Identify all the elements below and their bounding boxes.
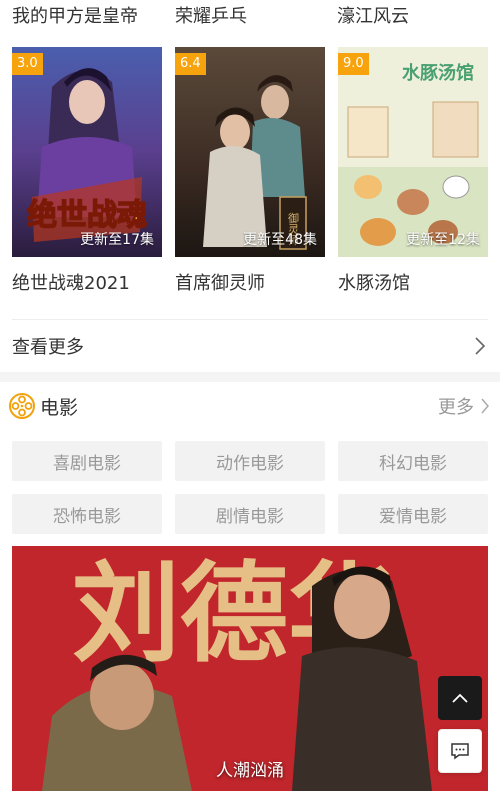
anime-section: 我的甲方是皇帝 荣耀乒乓 濠江风云 绝世战魂 3.0 更新至17集 绝世战魂20…: [0, 0, 500, 372]
category-button[interactable]: 科幻电影: [338, 441, 488, 481]
poster-image: 水豚汤馆: [338, 47, 488, 257]
previous-title[interactable]: 我的甲方是皇帝: [12, 2, 138, 28]
category-button[interactable]: 喜剧电影: [12, 441, 162, 481]
category-button[interactable]: 剧情电影: [175, 494, 325, 534]
anime-title[interactable]: 绝世战魂2021: [12, 269, 162, 295]
back-to-top-button[interactable]: [438, 676, 482, 720]
section-more-link[interactable]: 更多: [438, 393, 490, 419]
score-badge: 6.4: [175, 53, 206, 75]
chat-icon: [451, 743, 469, 760]
banner-image: 刘德华: [12, 546, 488, 791]
section-title: 电影: [40, 396, 79, 419]
chevron-up-icon: [452, 693, 468, 703]
category-button[interactable]: 爱情电影: [338, 494, 488, 534]
chevron-right-icon: [481, 398, 489, 414]
chat-button[interactable]: [438, 729, 482, 773]
update-status: 更新至12集: [406, 232, 480, 248]
previous-row-titles: 我的甲方是皇帝 荣耀乒乓 濠江风云: [0, 0, 500, 30]
anime-poster[interactable]: 绝世战魂 3.0 更新至17集: [12, 47, 162, 257]
chevron-right-icon: [475, 337, 486, 355]
anime-card[interactable]: 御灵师 6.4 更新至48集 首席御灵师: [175, 47, 325, 295]
banner-caption: 人潮汹涌: [216, 761, 284, 781]
category-grid: 喜剧电影 动作电影 科幻电影 恐怖电影 剧情电影 爱情电影: [12, 441, 488, 534]
anime-title[interactable]: 水豚汤馆: [338, 269, 488, 295]
movie-section: 电影 更多 喜剧电影 动作电影 科幻电影 恐怖电影 剧情电影 爱情电影 刘德华 …: [0, 382, 500, 791]
anime-grid: 绝世战魂 3.0 更新至17集 绝世战魂2021 御灵师 6.4 更新至48集 …: [12, 47, 488, 295]
more-label: 更多: [438, 397, 474, 418]
score-badge: 3.0: [12, 53, 43, 75]
category-button[interactable]: 恐怖电影: [12, 494, 162, 534]
movie-banner[interactable]: 刘德华 人潮汹涌: [12, 546, 488, 791]
poster-image: 御灵师: [175, 47, 325, 257]
score-badge: 9.0: [338, 53, 369, 75]
poster-title-art: 绝世战魂: [27, 198, 147, 233]
anime-poster[interactable]: 御灵师 6.4 更新至48集: [175, 47, 325, 257]
anime-poster[interactable]: 水豚汤馆 9.0 更新至12集: [338, 47, 488, 257]
update-status: 更新至17集: [80, 232, 154, 248]
film-reel-icon: [9, 393, 35, 419]
previous-title[interactable]: 荣耀乒乓: [175, 2, 247, 28]
previous-title[interactable]: 濠江风云: [337, 2, 409, 28]
anime-title[interactable]: 首席御灵师: [175, 269, 325, 295]
see-more-label: 查看更多: [12, 337, 84, 358]
poster-image: 绝世战魂: [12, 47, 162, 257]
section-header: 电影 更多: [0, 382, 500, 430]
category-button[interactable]: 动作电影: [175, 441, 325, 481]
poster-title-art: 水豚汤馆: [402, 62, 474, 84]
anime-card[interactable]: 绝世战魂 3.0 更新至17集 绝世战魂2021: [12, 47, 162, 295]
anime-card[interactable]: 水豚汤馆 9.0 更新至12集 水豚汤馆: [338, 47, 488, 295]
update-status: 更新至48集: [243, 232, 317, 248]
see-more-row[interactable]: 查看更多: [0, 320, 500, 372]
